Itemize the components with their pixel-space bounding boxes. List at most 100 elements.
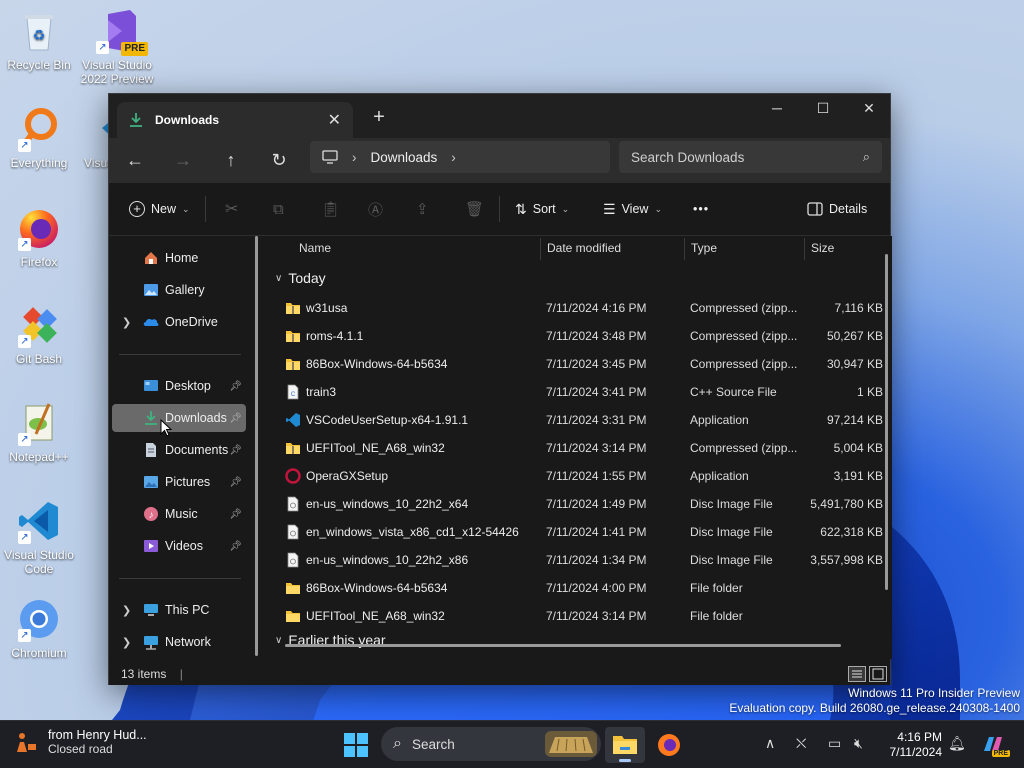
pin-icon[interactable]: 📌︎: [229, 381, 242, 392]
desktop-icon-git-bash[interactable]: ↗ Git Bash: [0, 302, 78, 366]
file-row[interactable]: VSCodeUserSetup-x64-1.91.1 7/11/2024 3:31…: [277, 406, 883, 434]
chevron-right-icon[interactable]: ›: [451, 150, 456, 165]
pre-badge: PRE: [121, 42, 148, 56]
file-row[interactable]: en-us_windows_10_22h2_x64 7/11/2024 1:49 …: [277, 490, 883, 518]
breadcrumb-item-downloads[interactable]: Downloads: [371, 150, 438, 165]
nav-item-pictures[interactable]: Pictures 📌︎: [112, 468, 246, 496]
details-view-button[interactable]: [848, 666, 866, 682]
file-row[interactable]: 86Box-Windows-64-b5634 7/11/2024 4:00 PM F…: [277, 574, 875, 602]
pin-icon[interactable]: 📌︎: [229, 541, 242, 552]
file-row[interactable]: roms-4.1.1 7/11/2024 3:48 PM Compressed (z…: [277, 322, 883, 350]
nav-item-desktop[interactable]: Desktop 📌︎: [112, 372, 246, 400]
nav-item-videos[interactable]: Videos 📌︎: [112, 532, 246, 560]
copilot-button[interactable]: PRE: [980, 731, 1010, 757]
title-bar[interactable]: Downloads ✕ + ─ ☐ ✕: [109, 94, 890, 138]
tab-downloads[interactable]: Downloads ✕: [117, 102, 353, 138]
display-icon[interactable]: ▭: [828, 735, 841, 752]
disc-image-icon: [285, 496, 301, 512]
forward-button[interactable]: →: [167, 144, 199, 176]
delete-button[interactable]: 🗑︎: [465, 196, 484, 222]
minimize-button[interactable]: ─: [754, 94, 800, 124]
clock[interactable]: 4:16 PM 7/11/2024: [880, 730, 943, 760]
desktop-icon-visual-studio-code[interactable]: ↗ Visual Studio Code: [0, 498, 78, 576]
nav-item-gallery[interactable]: Gallery: [112, 276, 246, 304]
nav-item-network[interactable]: ❯ Network: [112, 628, 246, 656]
nav-item-home[interactable]: Home: [112, 244, 246, 272]
pin-icon[interactable]: 📌︎: [229, 413, 242, 424]
column-header-date[interactable]: Date modified: [547, 236, 683, 260]
back-button[interactable]: ←: [119, 144, 151, 176]
chevron-right-icon[interactable]: ❯: [122, 636, 131, 649]
up-button[interactable]: ↑: [215, 144, 247, 176]
close-window-button[interactable]: ✕: [846, 94, 892, 124]
network-disconnected-icon[interactable]: ⛌: [796, 735, 806, 752]
maximize-button[interactable]: ☐: [800, 94, 846, 124]
nav-item-documents[interactable]: Documents 📌︎: [112, 436, 246, 464]
refresh-button[interactable]: ↻: [263, 144, 295, 176]
file-name: en-us_windows_10_22h2_x86: [306, 553, 469, 567]
chevron-right-icon[interactable]: ❯: [122, 604, 131, 617]
file-explorer-window[interactable]: Downloads ✕ + ─ ☐ ✕ ← → ↑ ↻ › Downloads …: [108, 93, 892, 685]
nav-item-downloads[interactable]: Downloads 📌︎: [112, 404, 246, 432]
file-row[interactable]: w31usa 7/11/2024 4:16 PM Compressed (zipp.…: [277, 294, 883, 322]
chevron-right-icon[interactable]: ❯: [122, 316, 131, 329]
column-header-name[interactable]: Name: [299, 236, 539, 260]
start-button[interactable]: [342, 731, 370, 759]
column-divider[interactable]: [540, 238, 541, 260]
copy-button[interactable]: ⧉: [273, 196, 284, 222]
file-row[interactable]: UEFITool_NE_A68_win32 7/11/2024 3:14 PM Fi…: [277, 602, 875, 630]
disc-image-icon: [285, 524, 301, 540]
share-button[interactable]: ⇪: [416, 196, 429, 222]
cut-button[interactable]: ✂: [225, 196, 238, 222]
volume-icon[interactable]: 🔇︎: [854, 735, 863, 752]
sort-button[interactable]: ⇅ Sort ⌄: [515, 196, 569, 222]
rename-button[interactable]: Ⓐ: [368, 196, 383, 222]
nav-item-onedrive[interactable]: ❯ OneDrive: [112, 308, 246, 336]
file-row[interactable]: en-us_windows_10_22h2_x86 7/11/2024 1:34 …: [277, 546, 883, 574]
nav-item-music[interactable]: ♪ Music 📌︎: [112, 500, 246, 528]
desktop-icon-visual-studio-2022-preview[interactable]: ↗ PRE Visual Studio 2022 Preview: [78, 8, 156, 86]
file-row[interactable]: Ctrain3 7/11/2024 3:41 PM C++ Source File 1…: [277, 378, 883, 406]
news-widget[interactable]: from Henry Hud... Closed road: [14, 728, 147, 756]
new-button[interactable]: + New ⌄: [129, 196, 190, 222]
column-divider[interactable]: [804, 238, 805, 260]
file-row[interactable]: UEFITool_NE_A68_win32 7/11/2024 3:14 PM Co…: [277, 434, 883, 462]
file-row[interactable]: 86Box-Windows-64-b5634 7/11/2024 3:45 PM C…: [277, 350, 883, 378]
breadcrumb[interactable]: › Downloads ›: [310, 141, 610, 173]
column-header-size[interactable]: Size: [811, 236, 871, 260]
status-bar: 13 items |: [109, 659, 890, 685]
pin-icon[interactable]: 📌︎: [229, 509, 242, 520]
file-row[interactable]: en_windows_vista_x86_cd1_x12-54426 7/11/2…: [277, 518, 883, 546]
pin-icon[interactable]: 📌︎: [229, 477, 242, 488]
details-pane-button[interactable]: Details: [807, 196, 867, 222]
horizontal-scrollbar[interactable]: [285, 644, 841, 647]
taskbar-firefox[interactable]: [649, 727, 689, 763]
column-header-type[interactable]: Type: [691, 236, 803, 260]
desktop-icon-chromium[interactable]: ↗ Chromium: [0, 596, 78, 660]
view-button[interactable]: ☰ View ⌄: [603, 196, 662, 222]
search-box[interactable]: ⌕: [619, 141, 882, 173]
taskbar-file-explorer[interactable]: [605, 727, 645, 763]
see-more-button[interactable]: •••: [693, 196, 709, 222]
column-divider[interactable]: [684, 238, 685, 260]
nav-scrollbar[interactable]: [255, 236, 258, 656]
desktop-icon-notepad-plus-plus[interactable]: ↗ Notepad++: [0, 400, 78, 464]
desktop-icon-everything[interactable]: ↗ Everything: [0, 106, 78, 170]
group-header-today[interactable]: ∨ Today: [275, 270, 326, 286]
new-tab-button[interactable]: +: [367, 106, 391, 130]
paste-button[interactable]: 📋︎: [321, 196, 340, 222]
desktop-icon-hidden-visual[interactable]: Visua: [78, 106, 108, 170]
desktop-icon-firefox[interactable]: ↗ Firefox: [0, 205, 78, 269]
nav-divider: [119, 578, 241, 579]
notification-bell-icon[interactable]: 🔔︎: [948, 735, 966, 752]
vertical-scrollbar[interactable]: [885, 254, 888, 590]
nav-item-this-pc[interactable]: ❯ This PC: [112, 596, 246, 624]
large-icons-view-button[interactable]: [869, 666, 887, 682]
search-input[interactable]: [631, 149, 863, 165]
show-hidden-icons-button[interactable]: ∧: [765, 735, 775, 752]
pin-icon[interactable]: 📌︎: [229, 445, 242, 456]
close-tab-icon[interactable]: ✕: [328, 110, 341, 130]
file-row[interactable]: OperaGXSetup 7/11/2024 1:55 PM Application…: [277, 462, 883, 490]
desktop-icon-recycle-bin[interactable]: ♻ Recycle Bin: [0, 8, 78, 72]
taskbar-search[interactable]: ⌕ Search: [381, 727, 601, 761]
